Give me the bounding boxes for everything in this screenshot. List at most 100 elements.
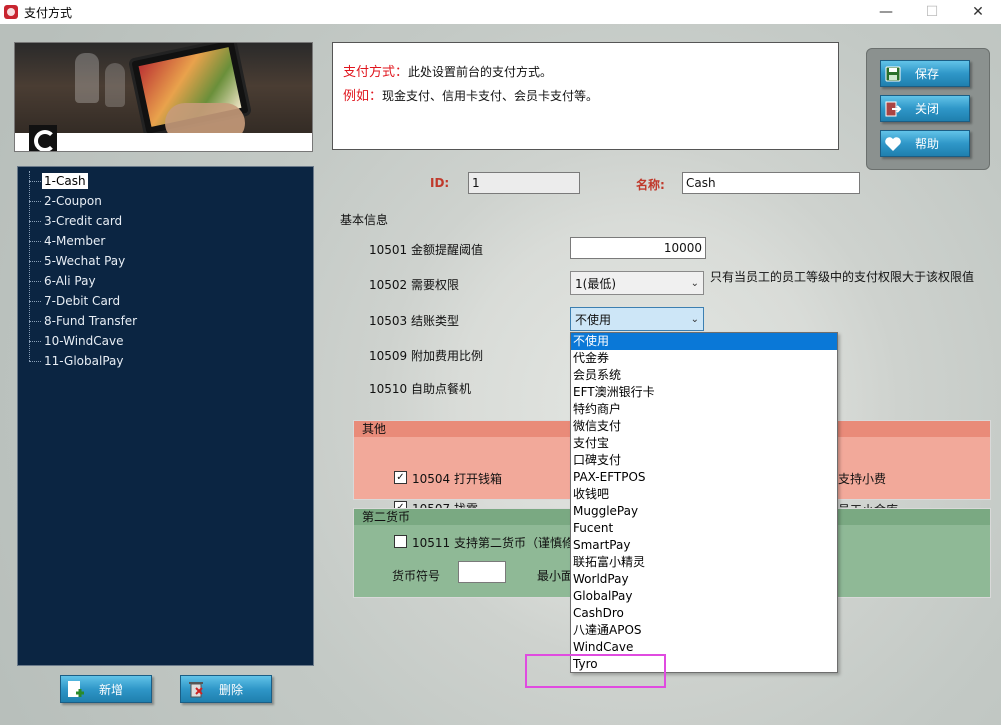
basic-info-heading: 基本信息 xyxy=(340,213,389,227)
tree-item[interactable]: 1-Cash xyxy=(18,171,313,191)
dropdown-option[interactable]: 代金券 xyxy=(571,350,837,367)
wine-glass-graphic xyxy=(105,63,125,107)
second-currency-label: 10511 支持第二货币（谨慎修 xyxy=(412,536,574,550)
dropdown-option[interactable]: Fucent xyxy=(571,520,837,537)
info-value: 现金支付、信用卡支付、会员卡支付等。 xyxy=(382,89,599,103)
add-button[interactable]: 新增 xyxy=(60,675,152,703)
dropdown-option[interactable]: 收钱吧 xyxy=(571,486,837,503)
tree-item[interactable]: 2-Coupon xyxy=(18,191,313,211)
checkout-type-dropdown[interactable]: 不使用 代金券 会员系统 EFT澳洲银行卡 特约商户 微信支付 支付宝 口碑支付… xyxy=(570,332,838,673)
info-line-2: 例如：现金支付、信用卡支付、会员卡支付等。 xyxy=(343,85,828,104)
tree-item[interactable]: 10-WindCave xyxy=(18,331,313,351)
add-label: 新增 xyxy=(99,682,124,697)
tree-item[interactable]: 7-Debit Card xyxy=(18,291,313,311)
permission-select[interactable]: 1(最低) ⌄ xyxy=(570,271,704,295)
permission-value: 1(最低) xyxy=(575,276,616,291)
checkout-type-value: 不使用 xyxy=(575,312,612,327)
dropdown-option[interactable]: 会员系统 xyxy=(571,367,837,384)
tree-item[interactable]: 8-Fund Transfer xyxy=(18,311,313,331)
open-cash-drawer-label: 10504 打开钱箱 xyxy=(412,472,502,486)
tree-item-label: 2-Coupon xyxy=(44,194,102,208)
app-icon xyxy=(4,5,18,19)
self-order-kiosk-label: 10510 自助点餐机 xyxy=(369,382,471,396)
tree-item[interactable]: 3-Credit card xyxy=(18,211,313,231)
second-currency-checkbox[interactable] xyxy=(394,535,407,548)
tree-item[interactable]: 11-GlobalPay xyxy=(18,351,313,371)
currency-symbol-label: 货币符号 xyxy=(392,569,441,583)
help-button[interactable]: 帮助 xyxy=(880,130,970,157)
chevron-down-icon: ⌄ xyxy=(690,277,699,289)
help-label: 帮助 xyxy=(915,137,940,151)
info-key: 例如： xyxy=(343,89,383,104)
exit-icon xyxy=(883,99,903,119)
dropdown-option[interactable]: CashDro xyxy=(571,605,837,622)
save-label: 保存 xyxy=(915,67,940,81)
tree-item-label: 3-Credit card xyxy=(44,214,123,228)
tree-item-label: 1-Cash xyxy=(42,173,88,189)
exit-button[interactable]: 关闭 xyxy=(880,95,970,122)
min-denomination-label: 最小面 xyxy=(537,569,574,583)
window-controls: — ☐ ✕ xyxy=(863,0,1001,24)
dropdown-option[interactable]: 口碑支付 xyxy=(571,452,837,469)
dropdown-option[interactable]: MugglePay xyxy=(571,503,837,520)
dropdown-option[interactable]: 八達通APOS xyxy=(571,622,837,639)
amount-threshold-label: 10501 金额提醒阈值 xyxy=(369,243,483,257)
banner-strip xyxy=(15,133,312,151)
tree-item-label: 6-Ali Pay xyxy=(44,274,96,288)
dropdown-option[interactable]: PAX-EFTPOS xyxy=(571,469,837,486)
brand-logo-icon xyxy=(29,125,57,151)
banner-image xyxy=(14,42,313,152)
permission-label: 10502 需要权限 xyxy=(369,278,459,292)
info-panel: 支付方式：此处设置前台的支付方式。 例如：现金支付、信用卡支付、会员卡支付等。 xyxy=(332,42,839,150)
title-bar: 支付方式 — ☐ ✕ xyxy=(0,0,1001,24)
dropdown-option[interactable]: 联拓富小精灵 xyxy=(571,554,837,571)
delete-icon xyxy=(185,678,207,700)
tree-item-label: 8-Fund Transfer xyxy=(44,314,138,328)
info-line-1: 支付方式：此处设置前台的支付方式。 xyxy=(343,61,828,80)
open-cash-drawer-checkbox[interactable]: ✓ xyxy=(394,471,407,484)
info-value: 此处设置前台的支付方式。 xyxy=(408,65,553,79)
maximize-button[interactable]: ☐ xyxy=(909,0,955,24)
checkout-type-select[interactable]: 不使用 ⌄ xyxy=(570,307,704,331)
wine-glass-graphic xyxy=(75,53,99,103)
surcharge-ratio-label: 10509 附加费用比例 xyxy=(369,349,483,363)
info-key: 支付方式： xyxy=(343,65,409,80)
dropdown-option[interactable]: SmartPay xyxy=(571,537,837,554)
permission-note: 只有当员工的员工等级中的支付权限大于该权限值 xyxy=(710,270,975,284)
dropdown-option[interactable]: 支付宝 xyxy=(571,435,837,452)
save-button[interactable]: 保存 xyxy=(880,60,970,87)
currency-symbol-input[interactable] xyxy=(458,561,506,583)
id-label: ID: xyxy=(430,176,450,190)
window-title: 支付方式 xyxy=(24,5,73,20)
action-button-panel: 保存 关闭 帮助 xyxy=(866,48,990,170)
dropdown-option[interactable]: 特约商户 xyxy=(571,401,837,418)
annotation-highlight xyxy=(525,654,666,688)
dropdown-option[interactable]: GlobalPay xyxy=(571,588,837,605)
save-icon xyxy=(883,64,903,84)
tree-item-label: 7-Debit Card xyxy=(44,294,121,308)
dropdown-option[interactable]: 微信支付 xyxy=(571,418,837,435)
heart-icon xyxy=(883,134,903,154)
dropdown-option[interactable]: WorldPay xyxy=(571,571,837,588)
id-field[interactable]: 1 xyxy=(468,172,580,194)
dropdown-option[interactable]: EFT澳洲银行卡 xyxy=(571,384,837,401)
tree-item[interactable]: 6-Ali Pay xyxy=(18,271,313,291)
name-field[interactable]: Cash xyxy=(682,172,860,194)
tree-item-label: 10-WindCave xyxy=(44,334,124,348)
payment-method-tree[interactable]: 1-Cash 2-Coupon 3-Credit card 4-Member 5… xyxy=(17,166,314,666)
tips-support-label: 支持小费 xyxy=(838,472,887,486)
tree-item-label: 11-GlobalPay xyxy=(44,354,124,368)
exit-label: 关闭 xyxy=(915,102,940,116)
delete-button[interactable]: 删除 xyxy=(180,675,272,703)
minimize-button[interactable]: — xyxy=(863,0,909,24)
tree-item-label: 4-Member xyxy=(44,234,106,248)
chevron-down-icon: ⌄ xyxy=(690,313,699,325)
amount-threshold-input[interactable]: 10000 xyxy=(570,237,706,259)
tree-item[interactable]: 4-Member xyxy=(18,231,313,251)
delete-label: 删除 xyxy=(219,682,244,697)
dropdown-option[interactable]: 不使用 xyxy=(571,333,837,350)
close-window-button[interactable]: ✕ xyxy=(955,0,1001,24)
tree-item[interactable]: 5-Wechat Pay xyxy=(18,251,313,271)
tree-item-label: 5-Wechat Pay xyxy=(44,254,126,268)
checkout-type-label: 10503 结账类型 xyxy=(369,314,459,328)
